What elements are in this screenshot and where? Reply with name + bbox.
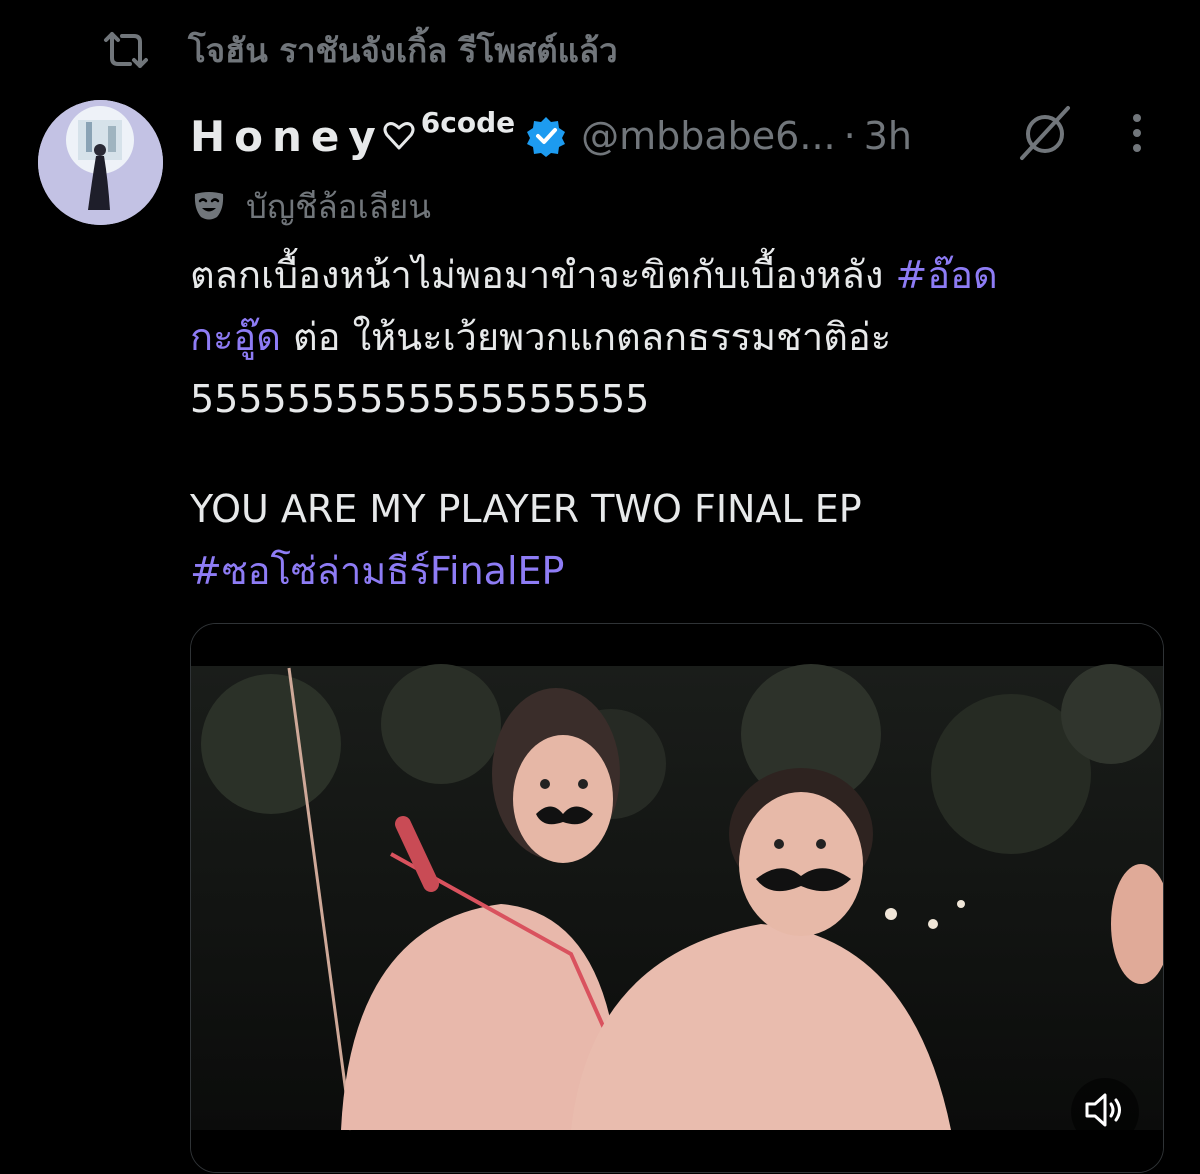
repost-icon — [100, 30, 152, 70]
verified-badge-icon — [525, 115, 567, 157]
tweet-paragraph-2: YOU ARE MY PLAYER TWO FINAL EP #ซอโซ่ล่า… — [190, 478, 1165, 602]
parody-label: บัญชีล้อเลียน — [246, 186, 431, 226]
hashtag-part-2[interactable]: กะอู๊ด — [190, 315, 281, 359]
volume-icon — [1083, 1090, 1127, 1134]
hashtag-link-2[interactable]: #ซอโซ่ล่ามธีร์FinalEP — [190, 549, 564, 593]
hashtag-part-1[interactable]: #อ๊อด — [895, 253, 997, 297]
author-handle[interactable]: @mbbabe6... — [581, 114, 835, 158]
repost-label[interactable]: โจฮัน ราชันจังเกิ้ล รีโพสต์แล้ว — [188, 24, 618, 77]
tweet-paragraph-1: ตลกเบื้องหน้าไม่พอมาขำจะขิตกับเบื้องหลัง… — [190, 244, 1165, 430]
tweet-screen: โจฮัน ราชันจังเกิ้ล รีโพสต์แล้ว Honey 6c… — [0, 0, 1200, 1174]
timestamp[interactable]: 3h — [864, 114, 912, 158]
more-vertical-icon[interactable] — [1124, 112, 1150, 154]
grok-icon[interactable] — [1016, 104, 1074, 162]
tweet-text-line-2: ต่อ ให้นะเว้ยพวกแกตลกธรรมชาติอ่ะ — [280, 315, 892, 359]
video-frame — [191, 624, 1163, 1172]
separator-dot: · — [843, 114, 856, 158]
parody-label-row: บัญชีล้อเลียน — [192, 180, 431, 232]
tweet-text-line-1: ตลกเบื้องหน้าไม่พอมาขำจะขิตกับเบื้องหลัง — [190, 253, 896, 297]
parody-mask-icon — [192, 189, 226, 223]
repost-header[interactable]: โจฮัน ราชันจังเกิ้ล รีโพสต์แล้ว — [100, 22, 618, 78]
display-name[interactable]: Honey — [190, 112, 385, 161]
video-player[interactable] — [190, 623, 1164, 1173]
tweet-text-line-3: 5555555555555555555 — [190, 377, 650, 421]
avatar[interactable] — [38, 100, 163, 225]
tweet-text-line-4: YOU ARE MY PLAYER TWO FINAL EP — [190, 487, 862, 531]
heart-outline-icon — [383, 120, 415, 152]
tweet-text: ตลกเบื้องหน้าไม่พอมาขำจะขิตกับเบื้องหลัง… — [190, 244, 1165, 602]
display-name-suffix[interactable]: 6code — [421, 106, 515, 139]
mute-button[interactable] — [1071, 1078, 1139, 1146]
